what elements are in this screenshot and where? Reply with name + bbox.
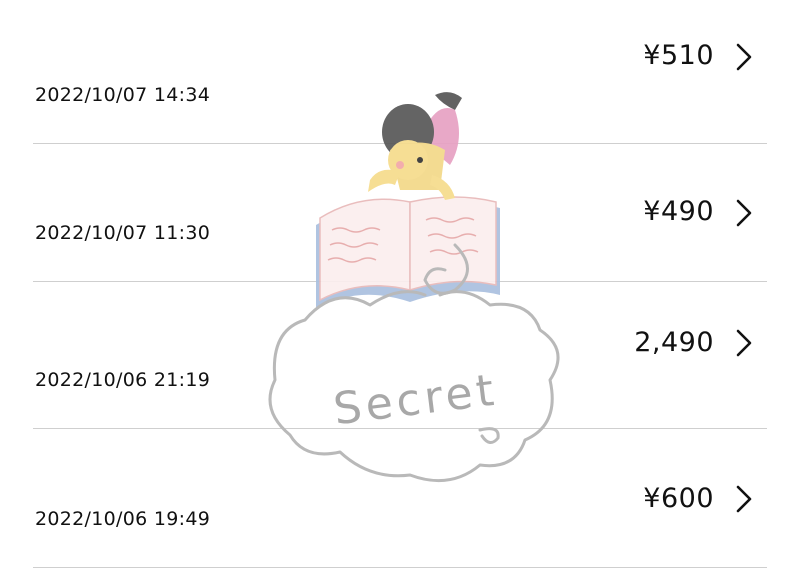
transaction-datetime: 2022/10/06 19:49 xyxy=(35,508,211,530)
chevron-right-icon xyxy=(736,485,752,513)
transaction-amount: ¥600 xyxy=(643,483,714,514)
transaction-datetime: 2022/10/07 11:30 xyxy=(35,222,211,244)
transaction-row[interactable]: ¥510 2022/10/07 14:34 xyxy=(0,0,800,143)
transaction-row[interactable]: ¥600 2022/10/06 19:49 xyxy=(0,429,800,567)
transaction-datetime: 2022/10/06 21:19 xyxy=(35,369,211,391)
transaction-row[interactable]: ¥490 2022/10/07 11:30 xyxy=(0,144,800,281)
transaction-row[interactable]: 2,490 2022/10/06 21:19 xyxy=(0,282,800,428)
transaction-list-screen: ¥510 2022/10/07 14:34 ¥490 2022/10/07 11… xyxy=(0,0,800,576)
row-divider xyxy=(33,567,767,568)
chevron-right-icon xyxy=(736,199,752,227)
transaction-amount: ¥490 xyxy=(643,196,714,227)
chevron-right-icon xyxy=(736,43,752,71)
transaction-amount: ¥510 xyxy=(643,40,714,71)
transaction-amount: 2,490 xyxy=(634,327,714,358)
transaction-datetime: 2022/10/07 14:34 xyxy=(35,84,211,106)
chevron-right-icon xyxy=(736,329,752,357)
